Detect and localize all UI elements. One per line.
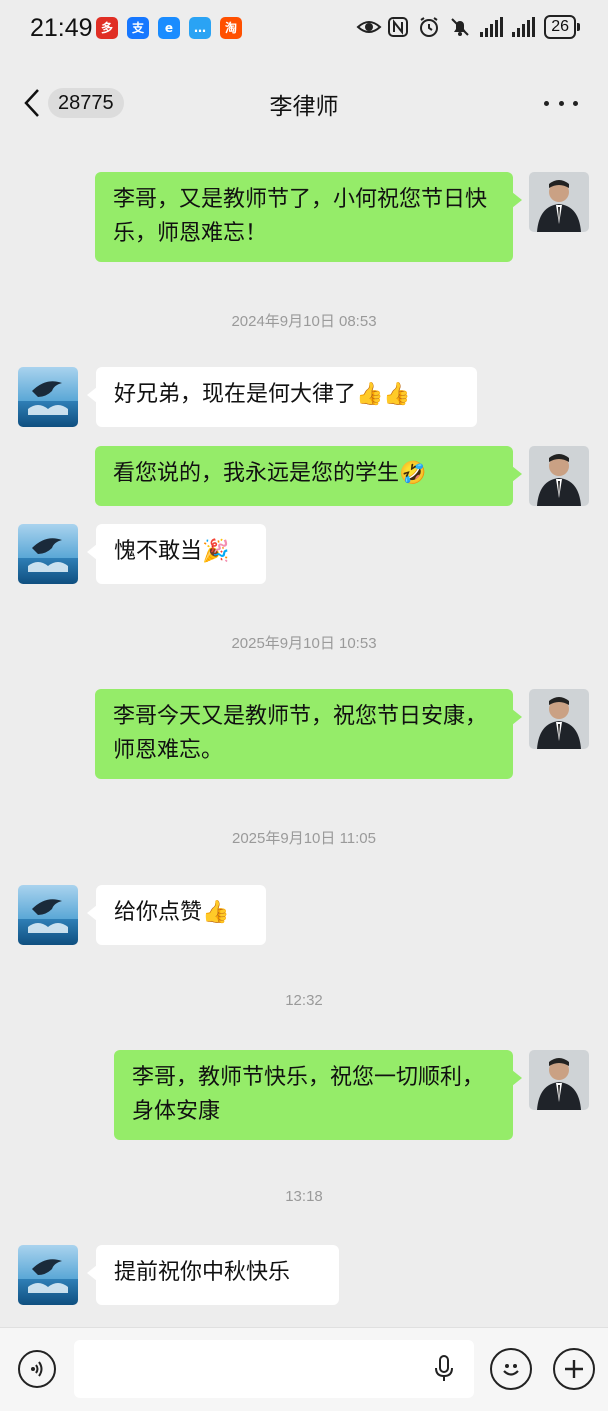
message-bubble-incoming[interactable]: 提前祝你中秋快乐 <box>87 1245 339 1305</box>
message-text: 愧不敢当 <box>114 539 203 564</box>
dot-icon <box>544 100 549 106</box>
thumbs-up-emoji: 👍 <box>202 900 230 925</box>
message-text: 李哥，教师节快乐，祝您一切顺利，身体安康 <box>132 1065 485 1124</box>
message-input[interactable] <box>74 1340 474 1398</box>
nfc-icon <box>387 16 409 38</box>
timestamp: 13:18 <box>285 1188 323 1205</box>
mute-bell-icon <box>449 16 471 38</box>
status-bar: 21:49 多 支 e … 淘 26 <box>0 0 608 60</box>
message-bubble-outgoing[interactable]: 李哥，教师节快乐，祝您一切顺利，身体安康 <box>114 1050 522 1140</box>
signal-1-icon <box>480 17 504 37</box>
thumbs-up-emoji: 👍👍 <box>356 382 411 407</box>
message-text: 李哥，又是教师节了，小何祝您节日快乐，师恩难忘！ <box>113 187 488 246</box>
alipay-icon: 支 <box>127 17 149 39</box>
contact-avatar[interactable] <box>18 524 78 584</box>
battery-indicator: 26 <box>544 15 580 39</box>
taobao-icon: 淘 <box>220 17 242 39</box>
browser-icon: e <box>158 17 180 39</box>
signal-2-icon <box>512 17 536 37</box>
contact-avatar[interactable] <box>18 1245 78 1305</box>
emoji-button[interactable] <box>490 1348 532 1390</box>
message-bubble-outgoing[interactable]: 李哥，又是教师节了，小何祝您节日快乐，师恩难忘！ <box>95 172 522 262</box>
message-bubble-incoming[interactable]: 给你点赞👍 <box>87 885 266 945</box>
chat-input-bar <box>0 1327 608 1411</box>
party-popper-emoji: 🎉 <box>202 539 230 564</box>
more-options-button[interactable] <box>544 88 578 118</box>
voice-wave-icon <box>31 1361 43 1377</box>
smiley-icon <box>503 1364 519 1376</box>
message-bubble-outgoing[interactable]: 李哥今天又是教师节，祝您节日安康，师恩难忘。 <box>95 689 522 779</box>
message-bubble-outgoing[interactable]: 看您说的，我永远是您的学生🤣 <box>95 446 522 506</box>
microphone-icon[interactable] <box>432 1354 456 1384</box>
system-status-icons: 26 <box>356 15 580 39</box>
message-app-icon: … <box>189 17 211 39</box>
message-text: 好兄弟，现在是何大律了 <box>114 382 357 407</box>
chat-title: 李律师 <box>269 94 339 120</box>
contact-avatar[interactable] <box>18 885 78 945</box>
voice-mode-button[interactable] <box>18 1350 56 1388</box>
my-avatar[interactable] <box>529 1050 589 1110</box>
message-text: 李哥今天又是教师节，祝您节日安康，师恩难忘。 <box>113 704 488 763</box>
timestamp: 12:32 <box>285 992 323 1009</box>
eye-icon <box>356 16 382 38</box>
my-avatar[interactable] <box>529 689 589 749</box>
my-avatar[interactable] <box>529 446 589 506</box>
dot-icon <box>558 100 564 106</box>
my-avatar[interactable] <box>529 172 589 232</box>
message-text: 提前祝你中秋快乐 <box>114 1260 291 1285</box>
message-text: 看您说的，我永远是您的学生 <box>113 461 400 486</box>
timestamp: 2025年9月10日 10:53 <box>231 635 377 652</box>
message-bubble-incoming[interactable]: 愧不敢当🎉 <box>87 524 266 584</box>
contact-avatar[interactable] <box>18 367 78 427</box>
notification-app-icons: 多 支 e … 淘 <box>96 17 242 39</box>
chat-header: 28775 李律师 <box>0 72 608 134</box>
dot-icon <box>573 100 578 106</box>
more-actions-button[interactable] <box>553 1348 595 1390</box>
pinduoduo-icon: 多 <box>96 17 118 39</box>
status-time: 21:49 <box>30 14 93 42</box>
alarm-icon <box>418 16 440 38</box>
message-text: 给你点赞 <box>114 900 203 925</box>
plus-icon <box>565 1360 583 1378</box>
laughing-emoji: 🤣 <box>399 461 427 486</box>
timestamp: 2024年9月10日 08:53 <box>231 313 377 330</box>
timestamp: 2025年9月10日 11:05 <box>232 830 376 847</box>
message-bubble-incoming[interactable]: 好兄弟，现在是何大律了👍👍 <box>87 367 477 427</box>
